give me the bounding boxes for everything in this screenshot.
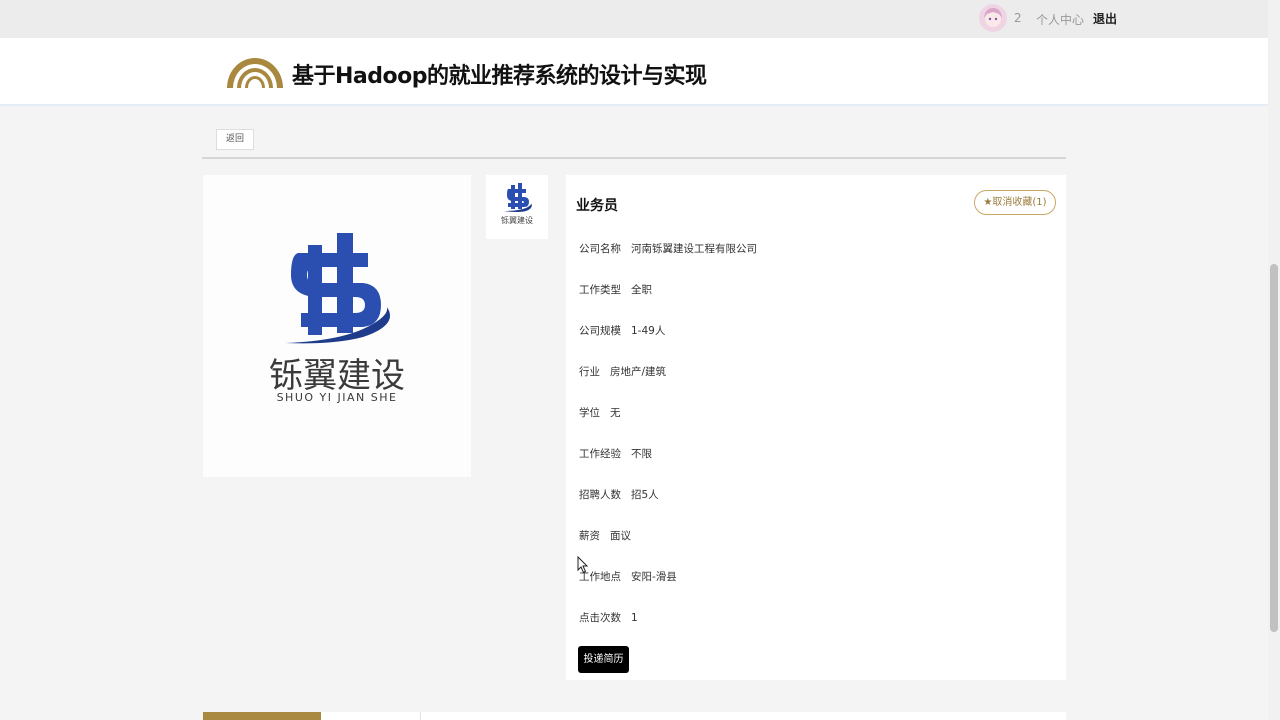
company-logo-mark bbox=[285, 233, 390, 344]
user-avatar[interactable] bbox=[979, 4, 1007, 32]
field-job-type: 工作类型 全职 bbox=[579, 282, 652, 297]
field-value: 1-49人 bbox=[631, 325, 666, 337]
submit-resume-button[interactable]: 投递简历 bbox=[578, 646, 629, 673]
field-value: 房地产/建筑 bbox=[610, 366, 667, 378]
company-main-image: 铄翼建设 SHUO YI JIAN SHE bbox=[203, 175, 471, 477]
field-experience: 工作经验 不限 bbox=[579, 446, 652, 461]
field-headcount: 招聘人数 招5人 bbox=[579, 487, 659, 502]
username[interactable]: 2 bbox=[1014, 11, 1022, 25]
mouse-cursor-icon bbox=[577, 555, 589, 578]
field-value: 招5人 bbox=[631, 489, 659, 501]
field-location: 工作地点 安阳-滑县 bbox=[579, 569, 677, 584]
job-title: 业务员 bbox=[576, 198, 618, 214]
field-label: 公司规模 bbox=[579, 325, 621, 337]
field-value: 无 bbox=[610, 407, 621, 419]
field-company-name: 公司名称 河南铄翼建设工程有限公司 bbox=[579, 241, 757, 256]
detail-tabs bbox=[203, 712, 1066, 720]
cancel-favorite-button[interactable]: ★取消收藏(1) bbox=[974, 190, 1056, 215]
field-label: 行业 bbox=[579, 366, 600, 378]
field-label: 工作经验 bbox=[579, 448, 621, 460]
field-degree: 学位无 bbox=[579, 405, 621, 420]
logout-link[interactable]: 退出 bbox=[1093, 10, 1117, 27]
company-logo-en: SHUO YI JIAN SHE bbox=[277, 391, 398, 404]
field-salary: 薪资 面议 bbox=[579, 528, 631, 543]
site-header: 基于Hadoop的就业推荐系统的设计与实现 bbox=[0, 38, 1268, 106]
page-scrollbar[interactable] bbox=[1268, 0, 1280, 720]
back-button[interactable]: 返回 bbox=[216, 129, 254, 150]
tab-active[interactable] bbox=[203, 712, 321, 720]
field-label: 工作类型 bbox=[579, 284, 621, 296]
field-value: 面议 bbox=[610, 530, 631, 542]
scrollbar-thumb[interactable] bbox=[1270, 264, 1278, 632]
tab-secondary[interactable] bbox=[321, 712, 421, 720]
field-value: 1 bbox=[631, 612, 638, 624]
field-value: 不限 bbox=[631, 448, 652, 460]
field-label: 学位 bbox=[579, 407, 600, 419]
field-value: 安阳-滑县 bbox=[631, 571, 677, 583]
company-logo-cn: 铄翼建设 bbox=[269, 356, 405, 396]
field-label: 招聘人数 bbox=[579, 489, 621, 501]
page-title: 基于Hadoop的就业推荐系统的设计与实现 bbox=[292, 64, 707, 89]
job-info-card: 业务员 ★取消收藏(1) 公司名称 河南铄翼建设工程有限公司 工作类型 全职 公司规… bbox=[566, 175, 1066, 680]
user-center-link[interactable]: 个人中心 bbox=[1036, 11, 1084, 28]
thumbnail-caption: 铄翼建设 bbox=[501, 215, 533, 225]
field-value: 全职 bbox=[631, 284, 652, 296]
site-logo-icon[interactable] bbox=[225, 50, 285, 94]
company-thumbnail[interactable]: 铄翼建设 bbox=[486, 175, 548, 239]
divider bbox=[202, 157, 1066, 159]
field-label: 薪资 bbox=[579, 530, 600, 542]
field-label: 点击次数 bbox=[579, 612, 621, 624]
field-label: 公司名称 bbox=[579, 243, 621, 255]
field-click-count: 点击次数 1 bbox=[579, 610, 638, 625]
top-bar: 2 个人中心 退出 bbox=[0, 0, 1268, 38]
field-company-size: 公司规模 1-49人 bbox=[579, 323, 665, 338]
field-value: 河南铄翼建设工程有限公司 bbox=[631, 243, 757, 255]
field-industry: 行业 房地产/建筑 bbox=[579, 364, 666, 379]
